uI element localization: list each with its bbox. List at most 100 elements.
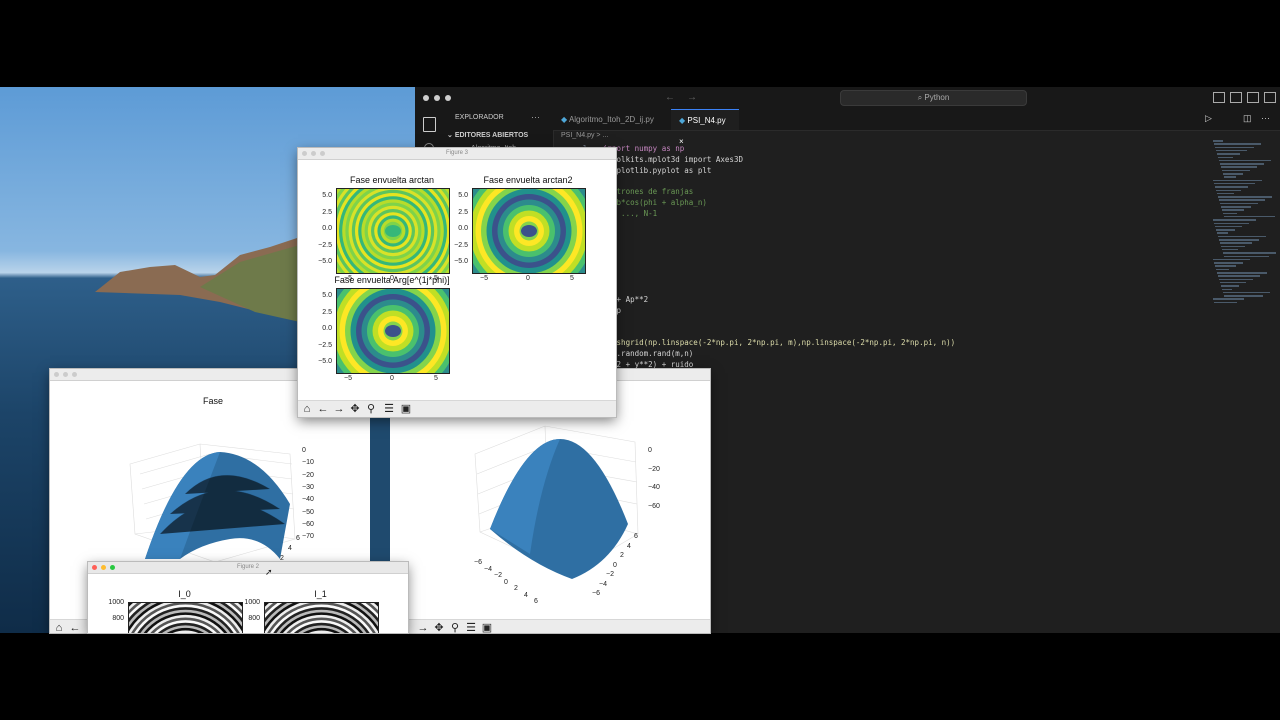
command-search-input[interactable]: ⌕ Python	[840, 90, 1027, 106]
figure-2-window: Figure 2 I_0 1000 800 I_1 1000 800	[88, 562, 408, 633]
y-tick-label: 5.0	[322, 292, 332, 299]
save-icon[interactable]: ▣	[399, 402, 413, 416]
more-actions-icon[interactable]: ···	[531, 112, 540, 122]
tick-label: 2	[514, 585, 518, 592]
minimap-line	[1218, 156, 1233, 158]
y-tick-label: 0.0	[322, 225, 332, 232]
window-title: Figure 3	[298, 148, 616, 160]
minimap-line	[1215, 146, 1254, 149]
minimize-window-button[interactable]	[101, 565, 106, 570]
home-icon[interactable]: ⌂	[300, 402, 314, 416]
tab-label: PSI_N4.py	[687, 116, 726, 125]
minimap-line	[1221, 285, 1239, 287]
toggle-panel-icon[interactable]	[1230, 92, 1242, 103]
minimap-line	[1221, 166, 1257, 168]
tick-label: 0	[613, 561, 617, 569]
close-window-button[interactable]	[423, 95, 429, 101]
minimap-line	[1223, 291, 1270, 294]
run-icon[interactable]: ▷	[1205, 113, 1212, 124]
close-window-button[interactable]	[92, 565, 97, 570]
tick-label: 0	[648, 447, 652, 454]
layout-icon[interactable]	[1264, 92, 1276, 103]
tick-label: −6	[592, 590, 600, 597]
close-window-button[interactable]	[54, 372, 59, 377]
tick-label: 0	[504, 578, 508, 586]
zoom-icon[interactable]: ⚲	[448, 621, 462, 633]
close-window-button[interactable]	[302, 151, 307, 156]
forward-arrow-icon[interactable]: →	[416, 621, 430, 633]
minimize-window-button[interactable]	[63, 372, 68, 377]
split-editor-icon[interactable]: ◫	[1243, 113, 1252, 124]
minimize-window-button[interactable]	[311, 151, 316, 156]
phase-image	[323, 161, 463, 301]
minimap-line	[1218, 196, 1272, 198]
zoom-window-button[interactable]	[320, 151, 325, 156]
tick-label: 6	[534, 598, 538, 605]
forward-arrow-icon[interactable]: →	[332, 402, 346, 416]
plot-title: Fase envuelta arctan2	[483, 175, 573, 185]
home-icon[interactable]: ⌂	[52, 621, 66, 633]
minimap-line	[1222, 169, 1250, 172]
back-arrow-icon[interactable]: ←	[68, 621, 82, 633]
intensity-image	[264, 602, 379, 633]
fringe-image	[323, 261, 463, 401]
zoom-window-button[interactable]	[445, 95, 451, 101]
pan-icon[interactable]: ✥	[348, 402, 362, 416]
phase-image	[459, 161, 599, 301]
code-line: + b*cos(phi + alpha_n)	[603, 198, 707, 207]
y-tick-label: 1000	[244, 599, 260, 606]
minimap-line	[1219, 159, 1271, 162]
code-line: np.random.rand(m,n)	[603, 349, 694, 359]
save-icon[interactable]: ▣	[480, 621, 494, 633]
minimap-line	[1222, 248, 1238, 251]
minimap-line	[1223, 212, 1237, 215]
tick-label: 0	[302, 447, 306, 454]
tick-label: −6	[474, 559, 482, 566]
tab-label: Algoritmo_Itoh_2D_ij.py	[568, 115, 654, 124]
explorer-icon[interactable]	[423, 117, 436, 132]
plot-title: Fase envuelta Arg[e^(1j*phi)]	[334, 275, 450, 285]
tab-algoritmo-itoh[interactable]: ◆ Algoritmo_Itoh_2D_ij.py	[553, 109, 671, 130]
minimap-line	[1214, 301, 1237, 304]
back-arrow-icon[interactable]: ←	[665, 92, 675, 103]
y-tick-label: 5.0	[458, 192, 468, 199]
minimap-line	[1223, 252, 1276, 254]
tab-psi-n4[interactable]: ◆ PSI_N4.py ×	[671, 109, 739, 146]
phase-image	[323, 261, 463, 401]
minimap[interactable]	[1213, 130, 1280, 360]
x-tick-label: −5	[344, 375, 352, 382]
intensity-image	[128, 602, 243, 633]
tick-label: 2	[280, 555, 284, 562]
zoom-window-button[interactable]	[72, 372, 77, 377]
y-tick-label: 800	[112, 615, 124, 622]
minimize-window-button[interactable]	[434, 95, 440, 101]
code-line: _toolkits.mplot3d import Axes3D	[603, 154, 743, 164]
minimap-line	[1216, 149, 1247, 152]
minimap-line	[1213, 258, 1250, 261]
pan-icon[interactable]: ✥	[432, 621, 446, 633]
code-line: .meshgrid(np.linspace(-2*np.pi, 2*np.pi,…	[603, 338, 956, 348]
y-tick-label: 2.5	[322, 308, 332, 316]
forward-arrow-icon[interactable]: →	[687, 92, 697, 103]
toggle-secondary-sidebar-icon[interactable]	[1247, 92, 1259, 103]
tick-label: 4	[627, 542, 631, 550]
configure-icon[interactable]: ☰	[382, 402, 396, 416]
minimap-line	[1223, 173, 1243, 175]
zoom-window-button[interactable]	[110, 565, 115, 570]
tick-label: 2	[620, 552, 624, 559]
tick-label: −60	[648, 502, 660, 510]
tick-label: 4	[524, 591, 528, 599]
sidebar-title: EXPLORADOR	[455, 114, 504, 121]
more-actions-icon[interactable]: ···	[1261, 113, 1270, 123]
minimap-line	[1224, 295, 1263, 297]
configure-icon[interactable]: ☰	[464, 621, 478, 633]
tick-label: −4	[484, 565, 492, 573]
tick-label: −4	[599, 580, 607, 588]
zoom-icon[interactable]: ⚲	[364, 402, 378, 416]
x-tick-label: 5	[570, 275, 574, 282]
toggle-sidebar-icon[interactable]	[1213, 92, 1225, 103]
open-editors-header[interactable]: ⌄ EDITORES ABIERTOS	[447, 131, 528, 139]
y-tick-label: −5.0	[454, 258, 468, 265]
back-arrow-icon[interactable]: ←	[316, 402, 330, 416]
tick-label: −10	[302, 459, 314, 467]
